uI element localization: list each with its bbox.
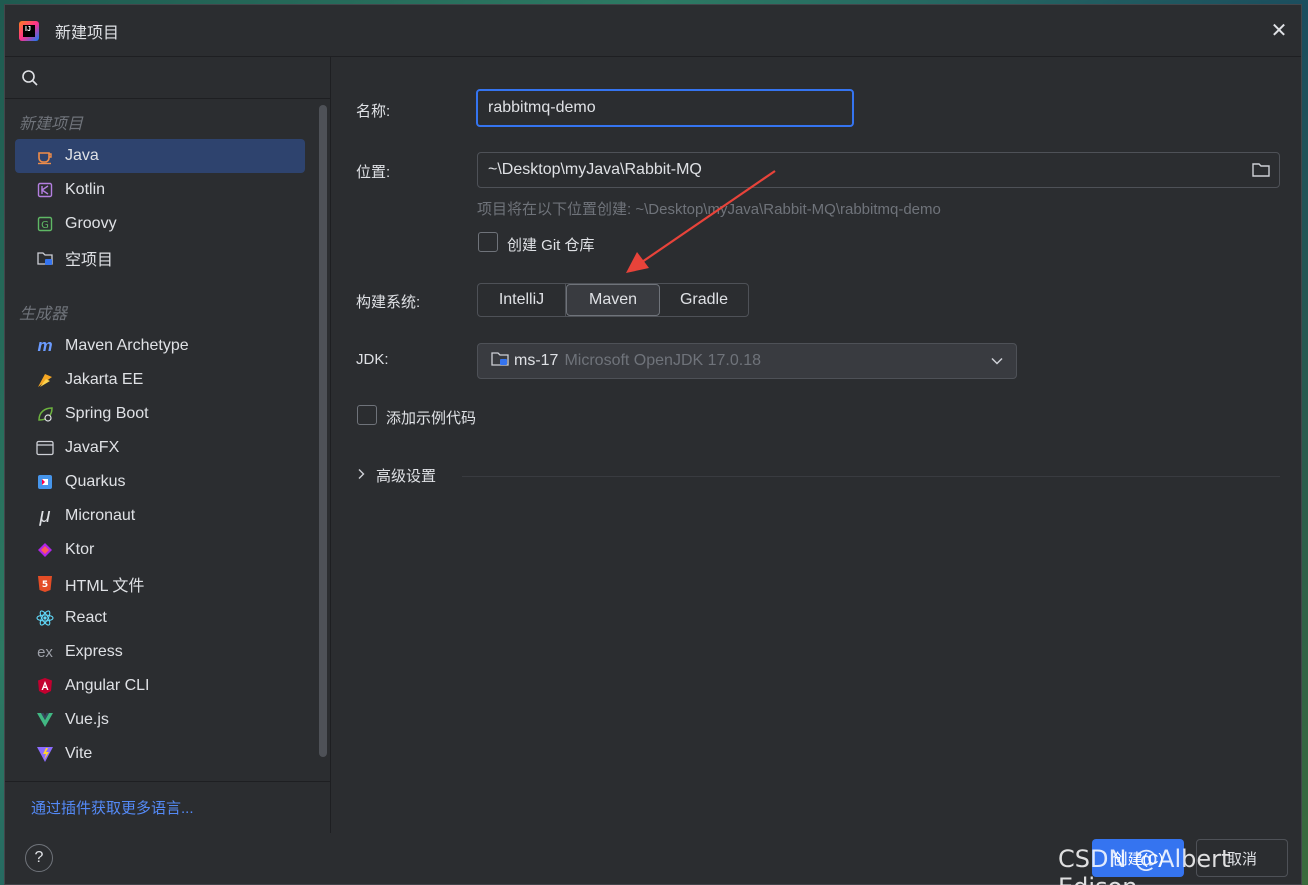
sidebar-item-javafx[interactable]: JavaFX (15, 431, 305, 465)
sidebar-item-ktor[interactable]: Ktor (15, 533, 305, 567)
advanced-settings-label: 高级设置 (376, 468, 437, 485)
advanced-divider (462, 476, 1280, 477)
folder-icon[interactable] (1251, 161, 1271, 184)
sidebar-scrollbar[interactable] (319, 105, 327, 757)
location-label: 位置: (356, 164, 391, 181)
build-system-label: 构建系统: (356, 294, 421, 311)
sidebar-item-label: Kotlin (65, 181, 106, 198)
sidebar-item-java[interactable]: Java (15, 139, 305, 173)
kotlin-icon (35, 180, 55, 200)
name-label: 名称: (356, 103, 391, 120)
jdk-name: ms-17 (514, 352, 559, 369)
title-bar: IJ 新建项目 ✕ (5, 5, 1301, 57)
build-system-selector: IntelliJ Maven Gradle (477, 283, 749, 317)
express-icon: ex (37, 643, 53, 661)
spring-icon (35, 404, 55, 424)
git-repo-label: 创建 Git 仓库 (507, 237, 595, 254)
sidebar-item-label: HTML 文件 (65, 578, 145, 595)
sidebar-item-label: React (65, 609, 107, 626)
sidebar-item-label: Maven Archetype (65, 337, 189, 354)
sidebar-item-quarkus[interactable]: Quarkus (15, 465, 305, 499)
sidebar-item-html[interactable]: 5 HTML 文件 (15, 567, 305, 601)
section-generators: 生成器 (19, 306, 68, 323)
sidebar-item-micronaut[interactable]: μ Micronaut (15, 499, 305, 533)
create-button[interactable]: 创建(C) (1092, 839, 1184, 877)
build-option-maven[interactable]: Maven (566, 284, 660, 316)
svg-text:5: 5 (42, 580, 48, 590)
sidebar-item-vuejs[interactable]: Vue.js (15, 703, 305, 737)
jdk-label: JDK: (356, 351, 389, 368)
sidebar-item-label: Jakarta EE (65, 371, 144, 388)
sidebar-item-react[interactable]: React (15, 601, 305, 635)
sidebar-item-label: Express (65, 643, 123, 660)
sidebar-item-angular-cli[interactable]: Angular CLI (15, 669, 305, 703)
sidebar-item-label: Micronaut (65, 507, 136, 524)
sidebar-item-label: Spring Boot (65, 405, 149, 422)
location-field[interactable]: ~\Desktop\myJava\Rabbit-MQ (477, 152, 1280, 188)
jdk-folder-icon (490, 350, 510, 373)
build-option-intellij[interactable]: IntelliJ (478, 284, 566, 316)
svg-text:G: G (41, 220, 49, 231)
javafx-icon (35, 438, 55, 458)
quarkus-icon (35, 472, 55, 492)
sidebar-item-label: Vite (65, 745, 93, 762)
groovy-icon: G (35, 214, 55, 234)
sidebar-item-label: 空项目 (65, 252, 114, 269)
sidebar-item-label: Groovy (65, 215, 117, 232)
sidebar-item-empty-project[interactable]: 空项目 (15, 241, 305, 275)
more-languages-link[interactable]: 通过插件获取更多语言... (31, 797, 194, 818)
advanced-settings-toggle[interactable]: 高级设置 (356, 465, 436, 486)
jdk-dropdown[interactable]: ms-17 Microsoft OpenJDK 17.0.18 (477, 343, 1017, 379)
sidebar-footer: 通过插件获取更多语言... (5, 781, 331, 833)
java-cup-icon (35, 146, 55, 166)
sidebar-item-label: Angular CLI (65, 677, 150, 694)
chevron-down-icon (990, 354, 1004, 373)
section-new-project: 新建项目 (19, 116, 84, 133)
angular-icon (35, 676, 55, 696)
project-type-list: 新建项目 Java Kotlin G Groovy 空项目 生成器 m Mave… (5, 105, 315, 785)
location-hint: 项目将在以下位置创建: ~\Desktop\myJava\Rabbit-MQ\r… (477, 201, 941, 218)
sidebar-item-label: Ktor (65, 541, 95, 558)
sidebar-item-express[interactable]: ex Express (15, 635, 305, 669)
jakarta-icon (35, 370, 55, 390)
dialog-title: 新建项目 (55, 24, 120, 42)
project-settings-panel: 名称: rabbitmq-demo 位置: ~\Desktop\myJava\R… (332, 57, 1302, 833)
sidebar-search[interactable] (5, 57, 330, 99)
vue-icon (35, 710, 55, 730)
new-project-dialog: IJ 新建项目 ✕ 新建项目 Java Kotlin G Groovy 空项目 … (4, 4, 1302, 885)
html5-icon: 5 (35, 574, 55, 594)
sidebar-item-groovy[interactable]: G Groovy (15, 207, 305, 241)
name-field[interactable]: rabbitmq-demo (476, 89, 854, 127)
sidebar-item-spring-boot[interactable]: Spring Boot (15, 397, 305, 431)
close-icon[interactable]: ✕ (1269, 21, 1289, 41)
chevron-right-icon (356, 467, 366, 484)
sample-code-checkbox[interactable] (357, 405, 377, 425)
search-icon (22, 69, 38, 86)
sample-code-label: 添加示例代码 (386, 410, 477, 427)
micronaut-icon: μ (39, 504, 51, 527)
help-button[interactable]: ? (25, 844, 53, 872)
sidebar-item-label: JavaFX (65, 439, 120, 456)
build-option-gradle[interactable]: Gradle (660, 284, 748, 316)
sidebar-item-label: Quarkus (65, 473, 126, 490)
maven-icon: m (37, 336, 53, 355)
sidebar-item-jakarta-ee[interactable]: Jakarta EE (15, 363, 305, 397)
sidebar-item-label: Vue.js (65, 711, 109, 728)
sidebar-item-vite[interactable]: Vite (15, 737, 305, 771)
cancel-button[interactable]: 取消 (1196, 839, 1288, 877)
empty-project-icon (35, 248, 55, 268)
location-field-value: ~\Desktop\myJava\Rabbit-MQ (488, 161, 702, 178)
ktor-icon (35, 540, 55, 560)
name-field-value: rabbitmq-demo (488, 99, 596, 116)
sidebar-item-label: Java (65, 147, 99, 164)
jdk-detail: Microsoft OpenJDK 17.0.18 (564, 352, 761, 369)
dialog-footer: ? 创建(C) 取消 (5, 833, 1303, 885)
react-icon (35, 608, 55, 628)
intellij-logo-icon: IJ (19, 20, 39, 41)
vite-icon (35, 744, 55, 764)
git-repo-checkbox[interactable] (478, 232, 498, 252)
project-type-sidebar: 新建项目 Java Kotlin G Groovy 空项目 生成器 m Mave… (5, 57, 331, 833)
sidebar-item-maven-archetype[interactable]: m Maven Archetype (15, 329, 305, 363)
sidebar-item-kotlin[interactable]: Kotlin (15, 173, 305, 207)
